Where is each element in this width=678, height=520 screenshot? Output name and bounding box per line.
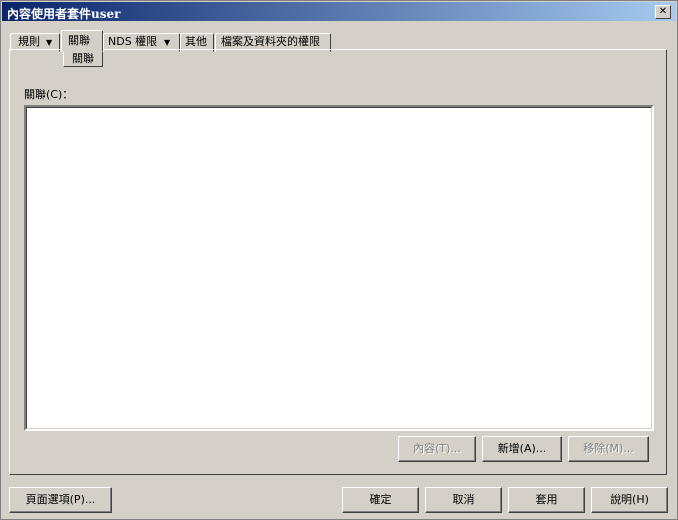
tab-rules-label: 規則 [18, 35, 40, 48]
window-title: 內容使用者套件user [7, 7, 121, 21]
properties-button[interactable]: 內容(T)... [398, 436, 476, 462]
subtab-associations[interactable]: 關聯 [63, 51, 103, 67]
add-button[interactable]: 新增(A)... [482, 436, 562, 462]
associations-list-area[interactable] [26, 107, 652, 429]
associations-list[interactable] [24, 105, 654, 431]
page-options-button[interactable]: 頁面選項(P)... [9, 487, 112, 513]
apply-button[interactable]: 套用 [508, 487, 585, 513]
associations-label: 關聯(C)： [24, 88, 74, 101]
title-bar[interactable]: 內容使用者套件user ✕ [2, 2, 676, 21]
close-icon[interactable]: ✕ [655, 5, 671, 19]
remove-button[interactable]: 移除(M)... [568, 436, 649, 462]
tab-associations[interactable]: 關聯 [61, 30, 103, 52]
tab-associations-label: 關聯 [68, 34, 90, 47]
tab-nds-rights-label: NDS 權限 [108, 35, 158, 48]
tab-other-label: 其他 [185, 35, 207, 48]
cancel-button[interactable]: 取消 [425, 487, 502, 513]
help-button[interactable]: 說明(H) [591, 487, 668, 513]
tab-file-folder-rights-label: 檔案及資料夾的權限 [221, 35, 320, 48]
ok-button[interactable]: 確定 [342, 487, 419, 513]
